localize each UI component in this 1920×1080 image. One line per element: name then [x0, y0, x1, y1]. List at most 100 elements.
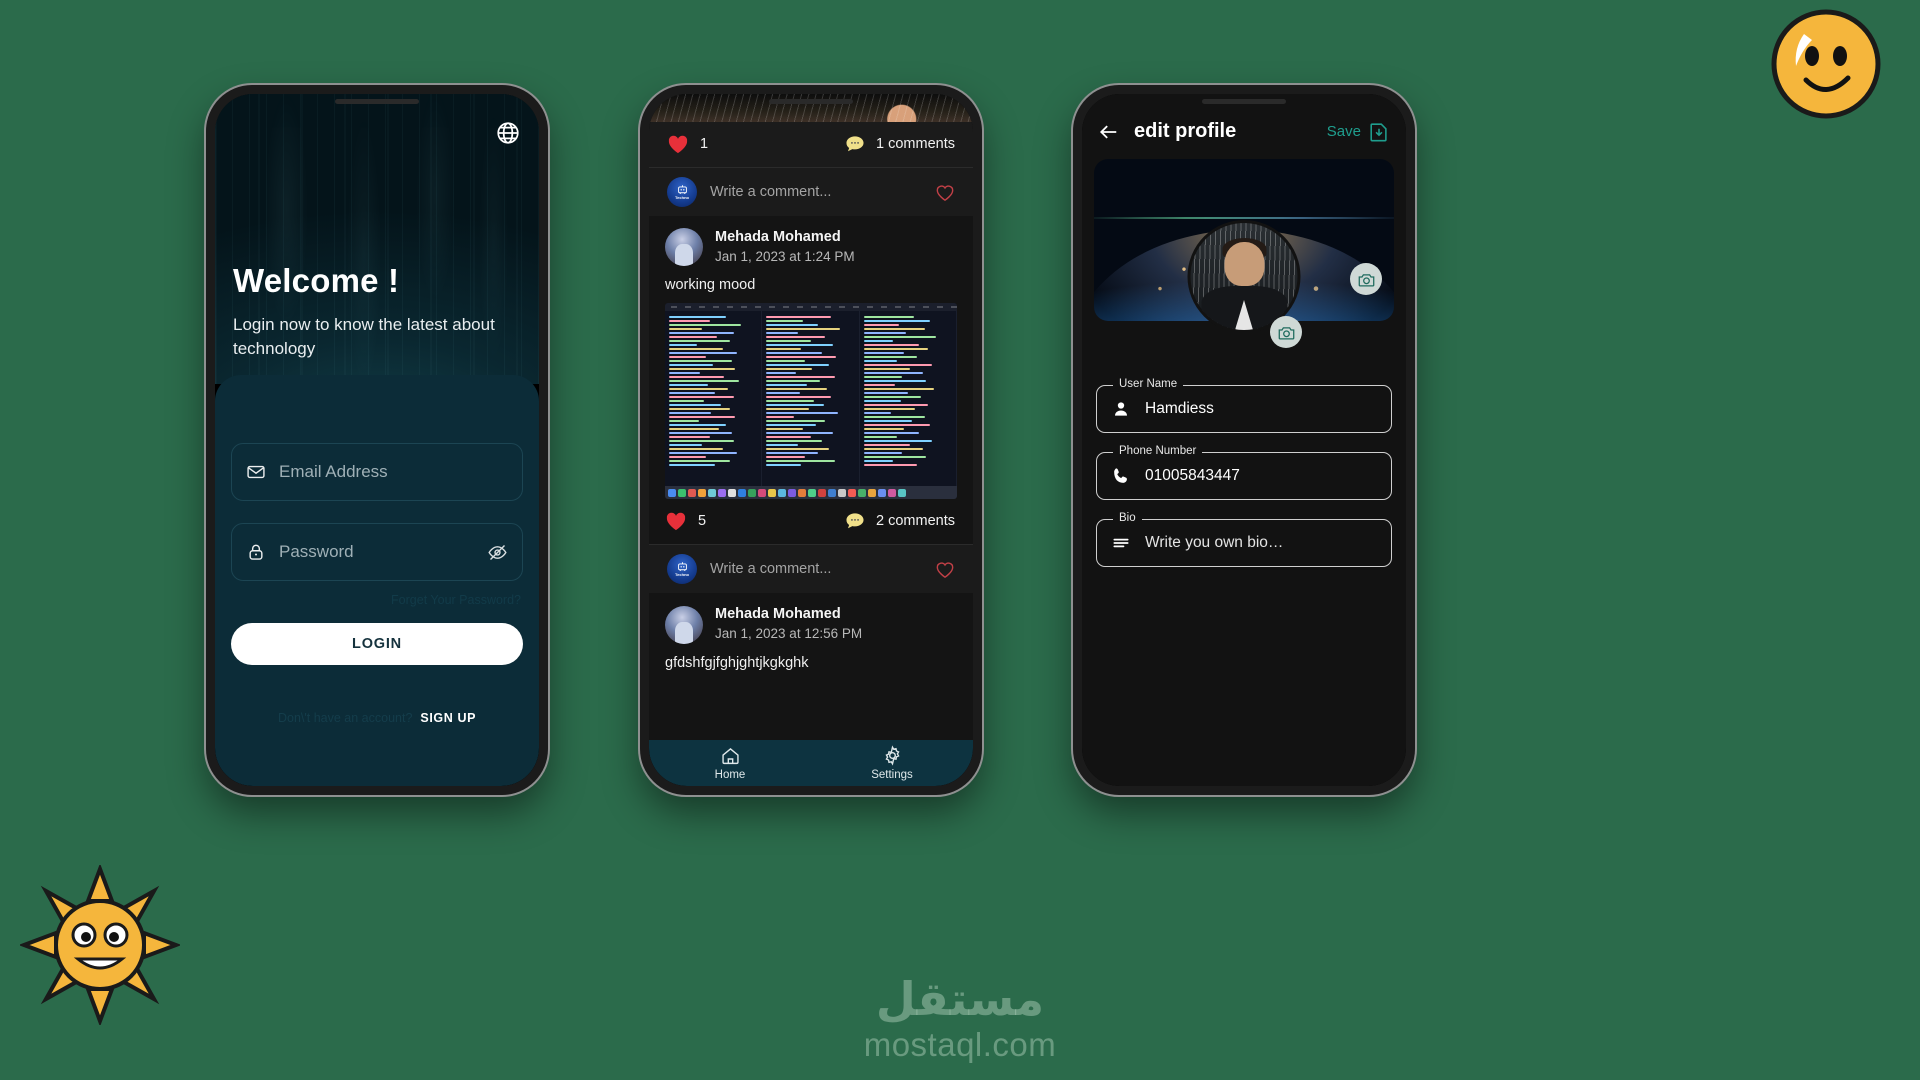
post-author: Mehada Mohamed: [715, 229, 841, 245]
code-column: [665, 311, 763, 487]
speech-bubble-icon: [846, 513, 864, 529]
techno-logo-label: Techno: [675, 195, 689, 200]
save-button[interactable]: Save: [1327, 121, 1390, 143]
eye-off-icon[interactable]: [487, 542, 508, 563]
bio-field[interactable]: Bio Write you own bio…: [1096, 512, 1392, 567]
gear-icon: [884, 745, 900, 766]
phone-login: Welcome ! Login now to know the latest a…: [206, 85, 548, 795]
robot-icon: [677, 562, 687, 572]
feed-container[interactable]: 1 1 comments Techno Write a comment... M…: [649, 94, 973, 786]
post-header: Mehada Mohamed Jan 1, 2023 at 1:24 PM: [665, 228, 957, 267]
phone-field[interactable]: Phone Number 01005843447: [1096, 445, 1392, 500]
login-form-sheet: Email Address Password Forget Your Passw…: [215, 375, 539, 786]
likes-count: 1: [700, 136, 709, 152]
comment-bar[interactable]: Techno Write a comment...: [649, 544, 973, 594]
camera-icon: [1278, 326, 1294, 340]
post-meta: Mehada Mohamed Jan 1, 2023 at 12:56 PM: [715, 605, 862, 643]
lock-icon: [249, 544, 263, 560]
envelope-icon: [247, 465, 265, 479]
signup-question: Don\'t have an account?: [277, 711, 413, 725]
nav-item-settings[interactable]: Settings: [811, 745, 973, 781]
post-stats-top: 1 1 comments: [649, 122, 973, 167]
welcome-subtitle: Login now to know the latest about techn…: [233, 314, 495, 359]
watermark-arabic: مستقل: [875, 972, 1045, 1026]
bio-value: Write you own bio…: [1145, 534, 1284, 551]
avatar-face: [1224, 242, 1264, 287]
profile-container: edit profile Save User Name Hamdiess Pho…: [1082, 94, 1406, 786]
techno-logo-avatar: Techno: [667, 554, 697, 585]
forgot-password-link[interactable]: Forget Your Password?: [231, 593, 521, 607]
nav-item-home[interactable]: Home: [649, 745, 811, 781]
page-title: edit profile: [1134, 120, 1237, 142]
comment-bar[interactable]: Techno Write a comment...: [649, 167, 973, 216]
back-arrow-icon[interactable]: [1098, 122, 1120, 142]
post-text: working mood: [665, 277, 756, 294]
comment-input-placeholder[interactable]: Write a comment...: [710, 184, 922, 200]
watermark: مستقل mostaql.com: [0, 976, 1920, 1064]
post-date: Jan 1, 2023 at 12:56 PM: [715, 626, 863, 642]
cover-camera-button[interactable]: [1350, 263, 1382, 295]
bottom-navigation: Home Settings: [649, 740, 973, 786]
avatar[interactable]: [665, 228, 703, 267]
avatar-camera-button[interactable]: [1270, 316, 1302, 348]
profile-form: User Name Hamdiess Phone Number 01005843…: [1082, 321, 1406, 567]
heart-filled-icon: [668, 135, 688, 154]
edit-profile-screen: edit profile Save User Name Hamdiess Pho…: [1082, 94, 1406, 786]
password-field[interactable]: Password: [231, 523, 523, 581]
likes-group[interactable]: 1: [667, 134, 708, 154]
code-menubar: [665, 303, 957, 312]
nav-label-home: Home: [714, 769, 746, 781]
likes-group[interactable]: 5: [665, 511, 706, 531]
bio-label: Bio: [1113, 512, 1142, 524]
comments-group[interactable]: 1 comments: [845, 135, 955, 153]
post-header: Mehada Mohamed Jan 1, 2023 at 12:56 PM: [665, 605, 957, 644]
post-bottom: Mehada Mohamed Jan 1, 2023 at 12:56 PM g…: [649, 593, 973, 681]
post-text: gfdshfgjfghjghtjkgkghk: [665, 654, 809, 671]
person-icon: [1115, 402, 1127, 416]
login-button[interactable]: LOGIN: [231, 623, 523, 665]
heart-outline-icon[interactable]: [935, 560, 955, 579]
phone-notch: [769, 99, 853, 104]
signup-row: Don\'t have an account? SIGN UP: [231, 711, 523, 725]
comments-group[interactable]: 2 comments: [845, 512, 955, 530]
username-label: User Name: [1113, 378, 1184, 390]
heart-filled-icon: [666, 513, 686, 531]
save-label: Save: [1326, 123, 1361, 140]
techno-logo-avatar: Techno: [667, 177, 697, 207]
phone-label: Phone Number: [1113, 445, 1203, 457]
speech-bubble-icon: [846, 136, 864, 152]
likes-count: 5: [698, 513, 707, 530]
post-author: Mehada Mohamed: [715, 606, 841, 623]
post-meta: Mehada Mohamed Jan 1, 2023 at 1:24 PM: [715, 228, 855, 266]
username-value: Hamdiess: [1145, 400, 1214, 417]
post-date: Jan 1, 2023 at 1:24 PM: [715, 248, 855, 264]
avatar[interactable]: [665, 605, 703, 644]
password-placeholder: Password: [279, 542, 354, 561]
email-placeholder: Email Address: [279, 462, 388, 481]
heart-outline-icon[interactable]: [935, 183, 955, 202]
watermark-latin: mostaql.com: [863, 1026, 1057, 1063]
globe-icon[interactable]: [495, 120, 521, 146]
comment-input-placeholder[interactable]: Write a comment...: [710, 561, 922, 577]
phone-notch: [1202, 99, 1286, 104]
login-screen: Welcome ! Login now to know the latest a…: [215, 94, 539, 786]
code-column: [762, 311, 860, 487]
username-field[interactable]: User Name Hamdiess: [1096, 378, 1392, 433]
email-field[interactable]: Email Address: [231, 443, 523, 501]
techno-logo-label: Techno: [675, 572, 689, 578]
signup-button[interactable]: SIGN UP: [420, 711, 476, 725]
login-hero: Welcome ! Login now to know the latest a…: [215, 94, 539, 384]
post-image-code-editor[interactable]: [665, 303, 957, 500]
lines-icon: [1113, 538, 1129, 548]
code-columns: [665, 311, 957, 487]
home-icon: [721, 748, 739, 765]
hero-text-block: Welcome ! Login now to know the latest a…: [233, 263, 503, 362]
smiley-face-sticker: [1771, 9, 1881, 119]
welcome-title: Welcome !: [233, 262, 400, 300]
phone-notch: [335, 99, 419, 104]
phone-feed: 1 1 comments Techno Write a comment... M…: [640, 85, 982, 795]
comments-count: 2 comments: [876, 513, 955, 530]
phone-edit-profile: edit profile Save User Name Hamdiess Pho…: [1073, 85, 1415, 795]
comments-count: 1 comments: [876, 136, 955, 152]
camera-icon: [1358, 273, 1374, 287]
